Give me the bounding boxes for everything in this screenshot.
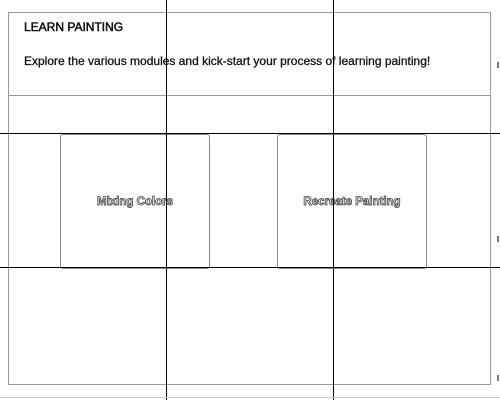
grid-line-vertical — [166, 0, 167, 400]
grid-line-vertical — [333, 0, 334, 400]
scroll-tick — [497, 236, 499, 242]
module-card-recreate-painting[interactable]: Recreate Painting — [277, 134, 427, 269]
app-window: LEARN PAINTING Explore the various modul… — [0, 0, 500, 400]
module-label: Mixing Colors — [96, 195, 174, 208]
grid-line-horizontal — [0, 267, 500, 268]
grid-line-horizontal — [0, 133, 500, 134]
scroll-tick — [497, 375, 499, 381]
module-card-mixing-colors[interactable]: Mixing Colors — [60, 134, 210, 269]
bottom-divider — [0, 397, 500, 398]
page-title: LEARN PAINTING — [24, 20, 124, 35]
module-label: Recreate Painting — [303, 195, 401, 208]
page-subtitle: Explore the various modules and kick-sta… — [24, 54, 431, 68]
scroll-tick — [497, 62, 499, 68]
